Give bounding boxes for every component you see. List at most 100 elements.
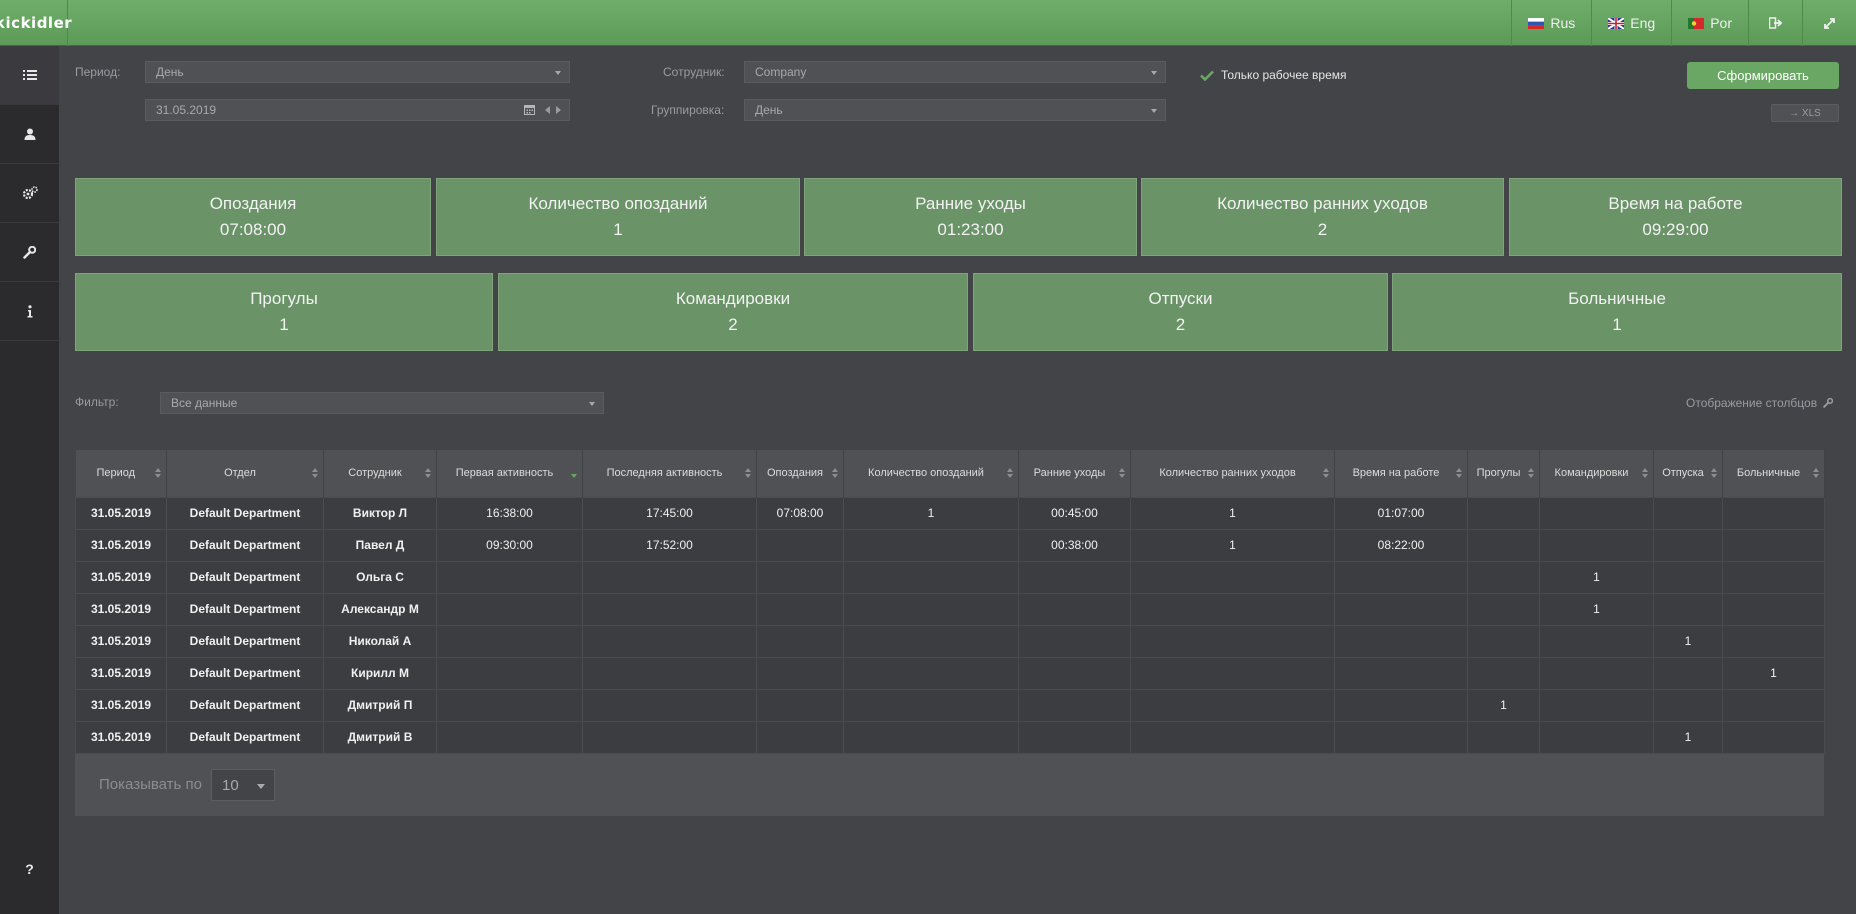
table-cell: Default Department <box>166 560 324 594</box>
chevron-down-icon <box>1151 71 1157 75</box>
table-row: 31.05.2019 Default Department Дмитрий П 1 <box>75 688 1825 722</box>
grouping-value: День <box>755 103 783 117</box>
table-cell <box>1130 592 1335 626</box>
column-header[interactable]: Количество опозданий <box>843 450 1019 497</box>
column-header-label: Отдел <box>224 467 256 480</box>
lang-rus-label: Rus <box>1550 15 1576 31</box>
pagination: Показывать по 10 <box>75 754 1824 816</box>
fullscreen-button[interactable] <box>1802 0 1856 46</box>
table-cell <box>1653 528 1723 562</box>
employee-select[interactable]: Company <box>744 61 1166 83</box>
table-header: Период Отдел Сотрудник Первая активность Пос… <box>75 450 1825 497</box>
card-value: 2 <box>728 315 738 334</box>
card-value: 01:23:00 <box>937 220 1004 239</box>
card-value: 2 <box>1175 315 1186 334</box>
table-cell <box>1334 720 1468 754</box>
table-cell <box>843 720 1019 754</box>
sidebar-item-users[interactable] <box>0 105 59 164</box>
table-cell: Дмитрий В <box>323 720 437 754</box>
table-cell <box>1130 656 1335 690</box>
table-cell <box>582 688 757 722</box>
column-header[interactable]: Ранние уходы <box>1018 450 1131 497</box>
chevron-down-icon <box>555 71 561 75</box>
table-cell <box>1722 528 1825 562</box>
column-header-label: Прогулы <box>1476 467 1521 480</box>
chevron-down-icon <box>1151 109 1157 113</box>
sidebar-item-reports[interactable] <box>0 46 59 105</box>
lang-por-button[interactable]: Por <box>1671 0 1748 46</box>
column-header[interactable]: Отпуска <box>1653 450 1723 497</box>
lang-rus-button[interactable]: Rus <box>1511 0 1591 46</box>
employee-value: Company <box>755 65 807 79</box>
column-header[interactable]: Больничные <box>1722 450 1825 497</box>
column-header[interactable]: Опоздания <box>756 450 844 497</box>
column-header[interactable]: Прогулы <box>1467 450 1540 497</box>
table-cell <box>1539 528 1654 562</box>
column-header[interactable]: Командировки <box>1539 450 1654 497</box>
table-cell <box>843 688 1019 722</box>
table-cell: 1 <box>1539 592 1654 626</box>
column-header[interactable]: Первая активность <box>436 450 583 497</box>
sidebar-item-settings[interactable] <box>0 164 59 223</box>
page-size-value: 10 <box>222 777 239 794</box>
table-cell <box>1018 592 1131 626</box>
card-title: Ранние уходы <box>915 194 1026 213</box>
data-filter-select[interactable]: Все данные <box>160 392 604 414</box>
column-header[interactable]: Сотрудник <box>323 450 437 497</box>
logout-button[interactable] <box>1748 0 1802 46</box>
card-title: Больничные <box>1568 289 1666 308</box>
working-time-only-checkbox[interactable]: Только рабочее время <box>1200 68 1346 82</box>
user-icon <box>24 128 35 140</box>
columns-display-label: Отображение столбцов <box>1686 396 1818 410</box>
column-header[interactable]: Период <box>75 450 167 497</box>
period-select[interactable]: День <box>145 61 570 83</box>
card-title: Командировки <box>675 289 791 308</box>
generate-button[interactable]: Сформировать <box>1687 62 1839 89</box>
summary-card-work-time: Время на работе 09:29:00 <box>1509 178 1842 256</box>
table-cell <box>756 528 844 562</box>
table-cell <box>1018 624 1131 658</box>
period-value: День <box>156 65 184 79</box>
card-title: Отпуски <box>1148 289 1213 308</box>
table-cell <box>1130 688 1335 722</box>
prev-date-icon[interactable] <box>545 106 551 114</box>
column-header-label: Больничные <box>1736 467 1801 480</box>
table-cell: Default Department <box>166 656 324 690</box>
table-cell: 00:38:00 <box>1018 528 1131 562</box>
table-cell: 31.05.2019 <box>75 560 167 594</box>
column-header[interactable]: Отдел <box>166 450 324 497</box>
next-date-icon[interactable] <box>555 106 561 114</box>
card-title: Количество опозданий <box>528 194 708 213</box>
table-cell: 17:52:00 <box>582 528 757 562</box>
page-size-select[interactable]: 10 <box>211 769 275 801</box>
summary-card-lateness-count: Количество опозданий 1 <box>436 178 800 256</box>
table-cell <box>1018 656 1131 690</box>
table-cell <box>756 560 844 594</box>
summary-card-sick-leaves: Больничные 1 <box>1392 273 1842 351</box>
column-header-label: Сотрудник <box>348 467 402 480</box>
export-xls-button[interactable]: → XLS <box>1771 104 1839 122</box>
table-cell <box>436 688 583 722</box>
column-header-label: Командировки <box>1554 467 1629 480</box>
lang-eng-button[interactable]: Eng <box>1591 0 1671 46</box>
checkmark-icon <box>1200 70 1214 81</box>
date-input[interactable]: 31.05.2019 <box>145 99 570 121</box>
calendar-icon[interactable] <box>524 104 535 115</box>
kickidler-logo[interactable]: кіckidler <box>0 0 72 46</box>
sidebar-item-tools[interactable] <box>0 223 59 282</box>
grouping-select[interactable]: День <box>744 99 1166 121</box>
column-header[interactable]: Последняя активность <box>582 450 757 497</box>
table-cell: Николай А <box>323 624 437 658</box>
column-header[interactable]: Время на работе <box>1334 450 1468 497</box>
table-cell <box>1539 656 1654 690</box>
table-cell: Александр М <box>323 592 437 626</box>
summary-card-early-leaves-count: Количество ранних уходов 2 <box>1141 178 1504 256</box>
columns-display-link[interactable]: Отображение столбцов <box>1686 396 1834 410</box>
table-cell: 1 <box>1130 496 1335 530</box>
card-value: 07:08:00 <box>219 220 287 239</box>
table-cell <box>1334 560 1468 594</box>
table-cell <box>1334 592 1468 626</box>
sidebar-item-info[interactable] <box>0 282 59 341</box>
help-button[interactable]: ? <box>0 824 59 914</box>
column-header[interactable]: Количество ранних уходов <box>1130 450 1335 497</box>
